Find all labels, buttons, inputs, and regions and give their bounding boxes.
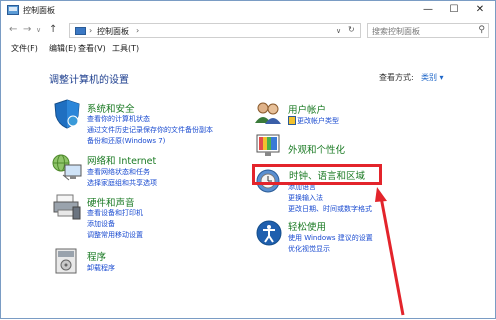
scrollbar[interactable] bbox=[488, 59, 494, 317]
control-panel-window: 控制面板 — ☐ ✕ ← → ∨ ↑ › 控制面板 › ∨ ↻ 搜索控制面板 ⚲… bbox=[0, 0, 496, 319]
annotation-arrow bbox=[375, 187, 405, 316]
